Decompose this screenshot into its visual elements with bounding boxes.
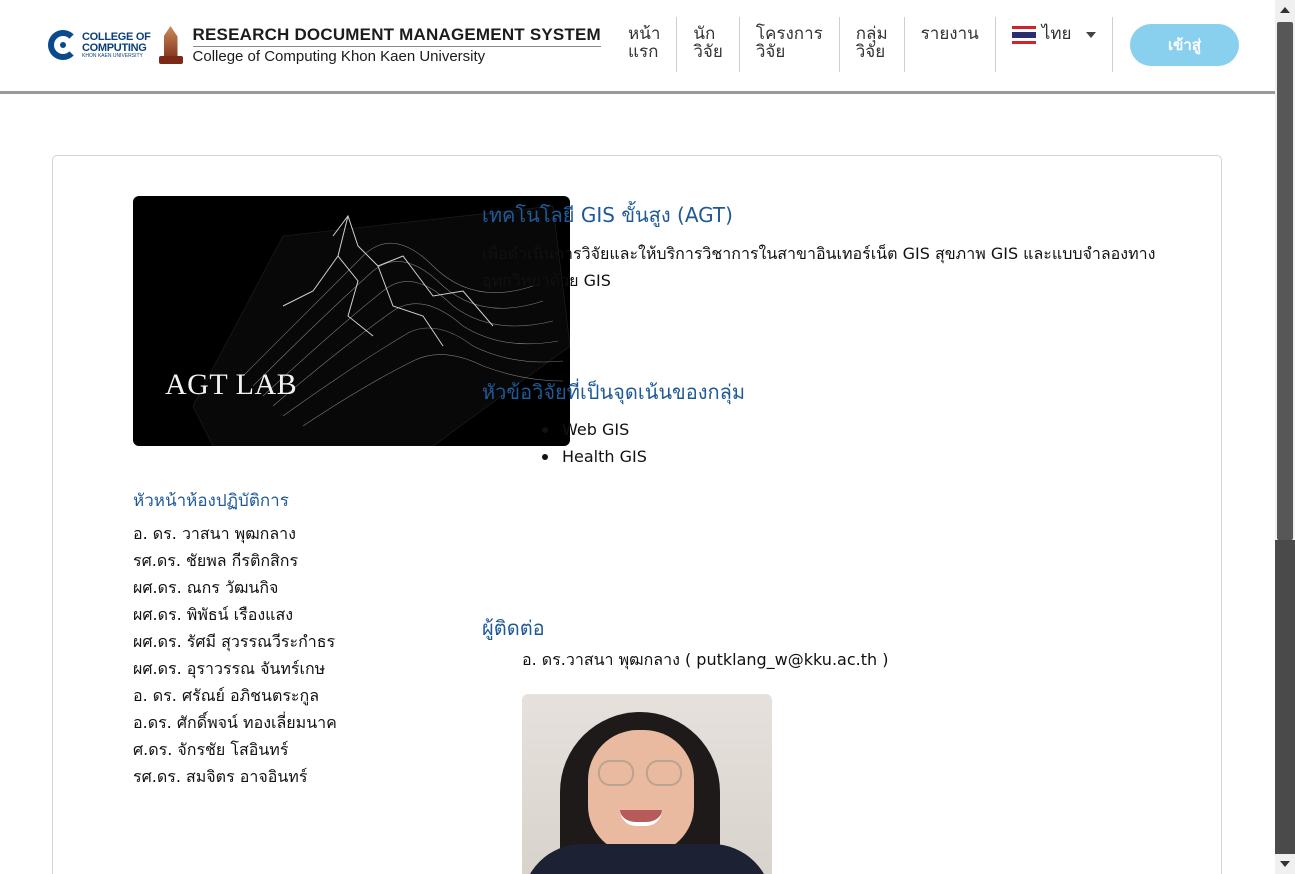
member-item: อ. ดร. ศรัณย์ อภิชนตระกูล bbox=[133, 686, 320, 705]
chevron-down-icon bbox=[1085, 32, 1096, 38]
scroll-up-arrow-icon[interactable] bbox=[1275, 0, 1295, 20]
vertical-scrollbar[interactable] bbox=[1275, 0, 1295, 874]
nav-home[interactable]: หน้า แรก bbox=[612, 17, 678, 72]
login-button[interactable]: เข้าสู่ bbox=[1130, 24, 1239, 66]
logo-area[interactable]: COLLEGE OF COMPUTING KHON KAEN UNIVERSIT… bbox=[48, 22, 601, 68]
page: COLLEGE OF COMPUTING KHON KAEN UNIVERSIT… bbox=[0, 0, 1295, 874]
member-item: รศ.ดร. สมจิตร อาจอินทร์ bbox=[133, 767, 308, 786]
main-nav: หน้า แรก นัก วิจัย โครงการ วิจัย กลุ่ม ว… bbox=[612, 17, 1113, 72]
lab-image-caption: AGT LAB bbox=[165, 368, 298, 401]
focus-topics-heading: หัวข้อวิจัยที่เป็นจุดเน้นของกลุ่ม bbox=[482, 380, 746, 404]
member-item: รศ.ดร. ชัยพล กีรติกสิกร bbox=[133, 551, 299, 570]
nav-research-groups[interactable]: กลุ่ม วิจัย bbox=[840, 17, 905, 72]
member-item: ผศ.ดร. อุราวรรณ จันทร์เกษ bbox=[133, 659, 326, 678]
member-list: อ. ดร. วาสนา พุฒกลาง รศ.ดร. ชัยพล กีรติก… bbox=[133, 520, 337, 790]
terrain-wireframe-graphic bbox=[192, 205, 570, 446]
language-label: ไทย bbox=[1041, 24, 1072, 43]
member-item: ศ.ดร. จักรชัย โสอินทร์ bbox=[133, 740, 289, 759]
contact-person: อ. ดร.วาสนา พุฒกลาง ( putklang_w@kku.ac.… bbox=[522, 650, 889, 669]
logo-text-line2: COMPUTING bbox=[82, 41, 147, 54]
kku-emblem-icon bbox=[158, 26, 183, 64]
college-of-computing-logo: COLLEGE OF COMPUTING KHON KAEN UNIVERSIT… bbox=[48, 30, 151, 60]
focus-topic-list: Web GIS Health GIS bbox=[542, 416, 647, 470]
logo-text-line1: COLLEGE OF bbox=[82, 30, 151, 43]
member-item: อ.ดร. ศักดิ์พจน์ ทองเลี่ยมนาค bbox=[133, 713, 337, 732]
contact-photo bbox=[522, 694, 772, 874]
member-item: ผศ.ดร. ณกร วัฒนกิจ bbox=[133, 578, 279, 597]
member-item: อ. ดร. วาสนา พุฒกลาง bbox=[133, 524, 296, 543]
system-title: RESEARCH DOCUMENT MANAGEMENT SYSTEM Coll… bbox=[192, 25, 601, 65]
member-item: ผศ.ดร. รัศมี สุวรรณวีระกำธร bbox=[133, 632, 336, 651]
system-subtitle-text: College of Computing Khon Kaen Universit… bbox=[192, 48, 486, 65]
contact-heading: ผู้ติดต่อ bbox=[482, 616, 545, 640]
logo-text-line3: KHON KAEN UNIVERSITY bbox=[82, 52, 143, 59]
lab-banner-image: AGT LAB bbox=[133, 196, 570, 446]
top-header: COLLEGE OF COMPUTING KHON KAEN UNIVERSIT… bbox=[0, 0, 1275, 94]
nav-reports[interactable]: รายงาน bbox=[905, 17, 996, 72]
scroll-thumb[interactable] bbox=[1277, 22, 1293, 540]
language-dropdown[interactable]: ไทย bbox=[996, 17, 1113, 72]
thai-flag-icon bbox=[1011, 26, 1036, 44]
member-item: ผศ.ดร. พิพัธน์ เรืองแสง bbox=[133, 605, 294, 624]
lab-head-heading: หัวหน้าห้องปฏิบัติการ bbox=[133, 491, 289, 511]
lab-title: เทคโนโลยี GIS ขั้นสูง (AGT) bbox=[482, 203, 733, 227]
scroll-down-arrow-icon[interactable] bbox=[1275, 854, 1295, 874]
list-item: Health GIS bbox=[542, 443, 647, 470]
nav-researchers[interactable]: นัก วิจัย bbox=[677, 17, 740, 72]
college-logo-icon bbox=[48, 30, 78, 60]
system-title-text: RESEARCH DOCUMENT MANAGEMENT SYSTEM bbox=[192, 25, 601, 47]
list-item: Web GIS bbox=[542, 416, 647, 443]
nav-research-projects[interactable]: โครงการ วิจัย bbox=[740, 17, 840, 72]
lab-description: เพื่อดำเนินการวิจัยและให้บริการวิชาการใน… bbox=[482, 244, 1156, 290]
